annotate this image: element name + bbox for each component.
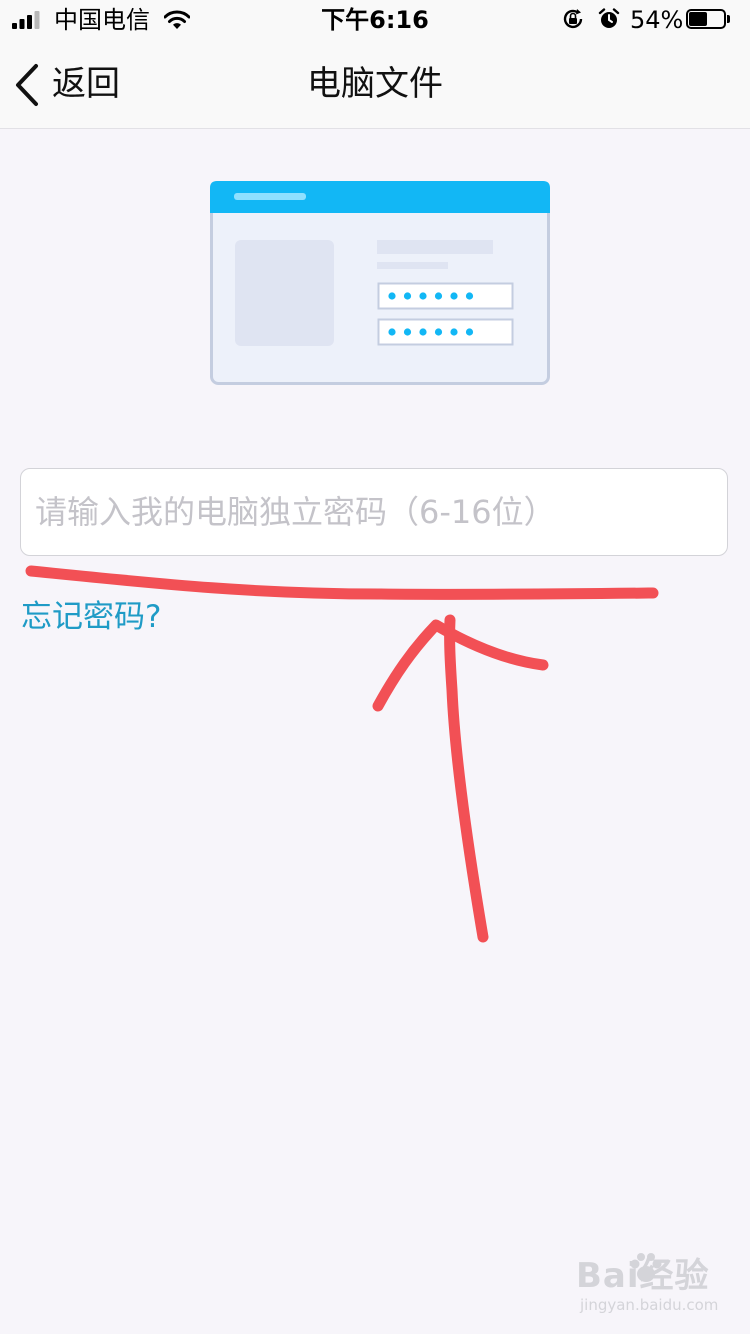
battery-icon <box>686 9 732 31</box>
baidu-jingyan-watermark: Bai经验 jingyan.baidu.com <box>576 1252 726 1322</box>
rotation-lock-icon <box>563 9 583 29</box>
password-dot <box>403 328 412 336</box>
navigation-bar: 返回 电脑文件 <box>0 40 750 129</box>
avatar-placeholder <box>235 240 334 346</box>
password-dot <box>388 328 396 336</box>
paw-icon <box>630 1253 662 1282</box>
computer-login-illustration <box>210 181 550 385</box>
password-dot <box>419 292 427 300</box>
battery-percent: 54% <box>630 6 684 34</box>
annotation-arrow-head <box>372 619 549 712</box>
password-input[interactable] <box>21 469 727 555</box>
password-dot <box>388 292 396 300</box>
forgot-password-link[interactable]: 忘记密码? <box>21 597 161 637</box>
page-title: 电脑文件 <box>307 64 443 104</box>
battery-level <box>689 12 707 26</box>
password-dot <box>419 328 427 336</box>
annotation-arrow-shaft <box>444 614 489 943</box>
password-dot <box>403 292 412 300</box>
status-bar: 中国电信 下午6:16 54% <box>0 0 750 40</box>
password-dot <box>465 328 474 336</box>
annotation-underline <box>25 565 659 600</box>
password-field-illustration <box>377 318 514 346</box>
password-dot <box>434 292 443 300</box>
password-dot <box>465 292 474 300</box>
password-dot <box>450 328 458 336</box>
alarm-icon <box>598 8 620 28</box>
username-field-illustration <box>377 282 514 310</box>
password-field[interactable] <box>20 468 728 556</box>
password-dot <box>450 292 458 300</box>
watermark-url: jingyan.baidu.com <box>580 1296 719 1314</box>
password-dot <box>434 328 443 336</box>
